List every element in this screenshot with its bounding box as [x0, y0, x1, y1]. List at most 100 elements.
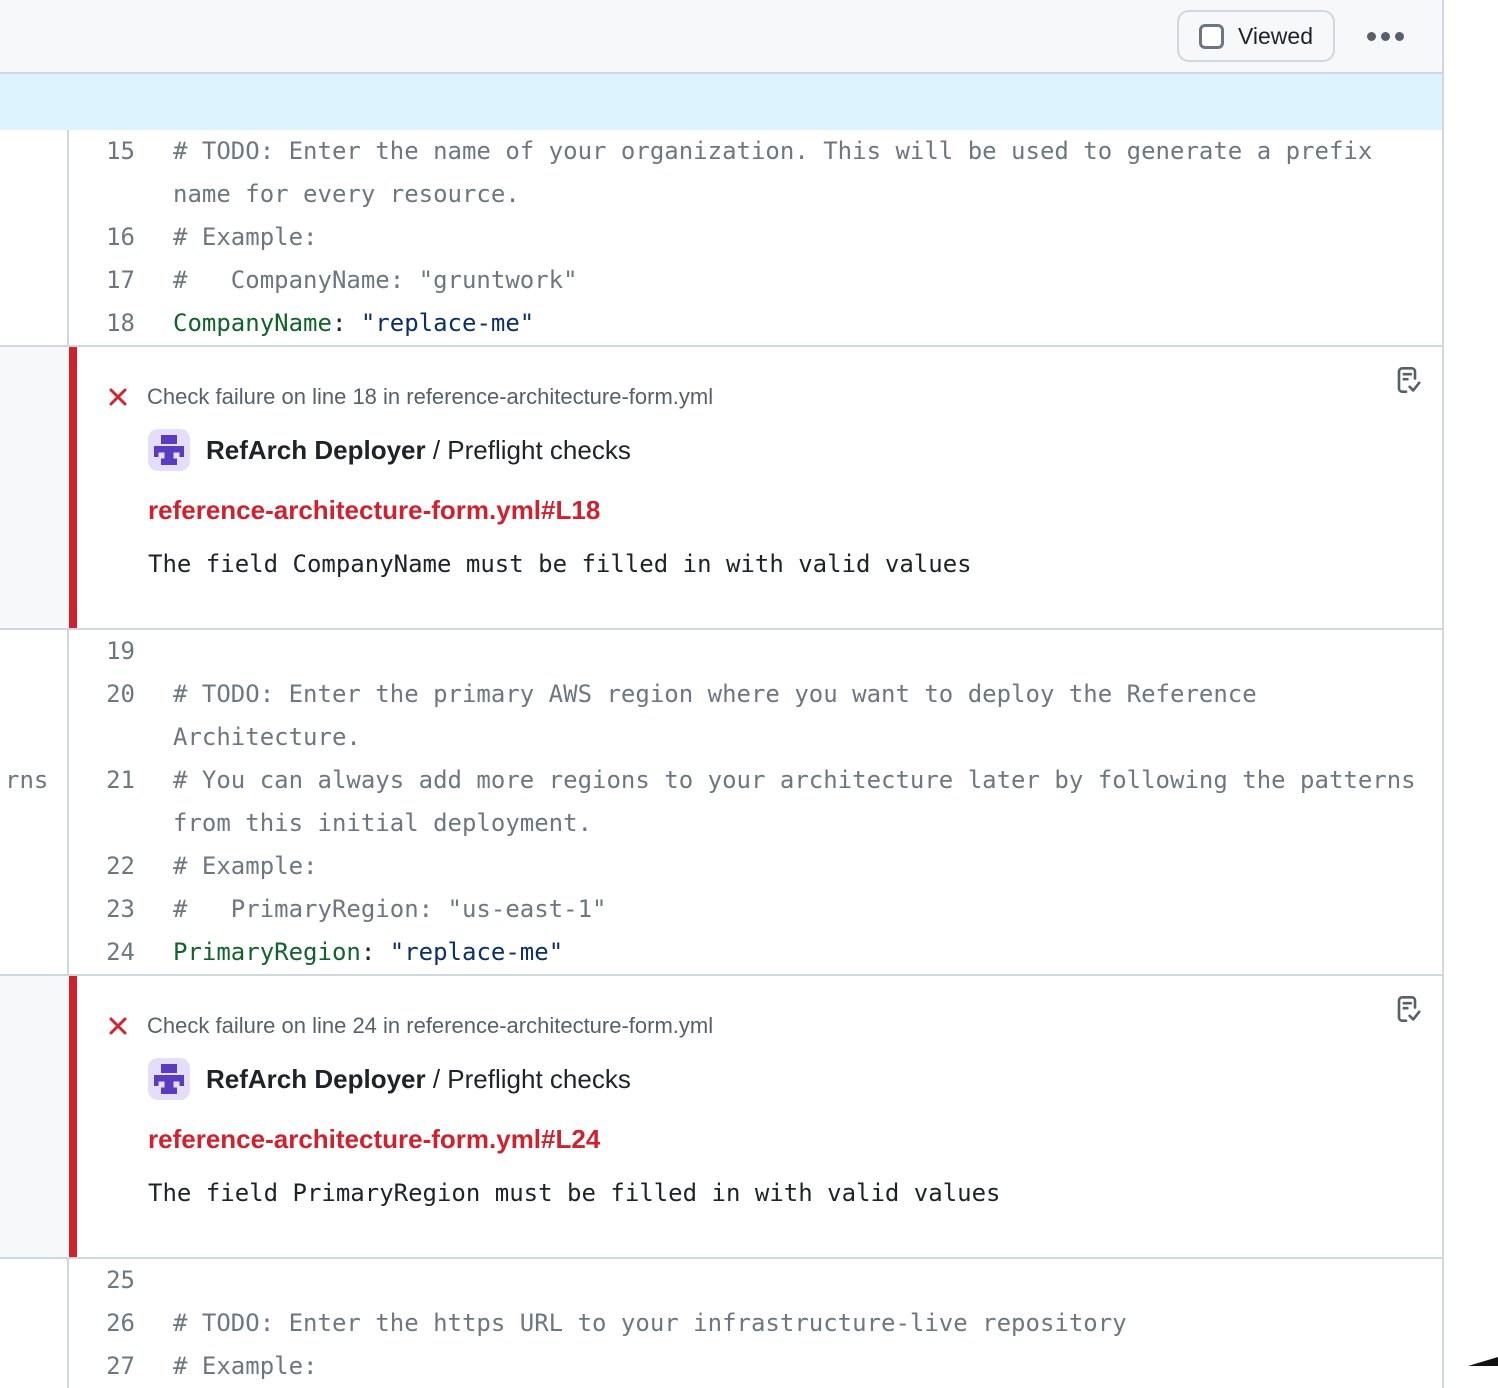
annotation-link-row: reference-architecture-form.yml#L24 [148, 1126, 1322, 1153]
annotation-link-row: reference-architecture-form.yml#L18 [148, 497, 1322, 524]
viewed-toggle-button[interactable]: Viewed [1177, 10, 1335, 62]
file-diff-card: Viewed 15 # TODO: Enter the name of your… [0, 0, 1444, 1388]
left-pane-sliver: rns [0, 630, 69, 974]
x-icon [107, 1015, 129, 1037]
viewed-label: Viewed [1238, 23, 1313, 50]
code-line-18: 18 CompanyName: "replace-me" [69, 302, 1442, 345]
annotation-file-link[interactable]: reference-architecture-form.yml#L18 [148, 495, 600, 525]
code-line-26: 26 # TODO: Enter the https URL to your i… [69, 1302, 1442, 1345]
failure-marker-bar [69, 347, 77, 628]
code-text: # TODO: Enter the name of your organizat… [173, 130, 1442, 216]
yaml-key: PrimaryRegion [173, 938, 361, 966]
left-pane-clipped-code: rns [5, 759, 48, 802]
line-number[interactable]: 18 [69, 302, 173, 345]
annotation-app-row: RefArch Deployer / Preflight checks [148, 1058, 1322, 1100]
line-number[interactable]: 22 [69, 845, 173, 888]
code-line-24: 24 PrimaryRegion: "replace-me" [69, 931, 1442, 974]
hunk-header-bar [0, 74, 1442, 130]
code-text: # You can always add more regions to you… [173, 759, 1442, 845]
annotation-title-row: Check failure on line 24 in reference-ar… [107, 1014, 1322, 1038]
line-number[interactable]: 20 [69, 673, 173, 759]
code-text: # Example: [173, 216, 1442, 259]
app-name: RefArch Deployer [206, 435, 426, 465]
annotation-content: Check failure on line 24 in reference-ar… [77, 976, 1442, 1257]
yaml-punct: : [361, 938, 375, 966]
line-number[interactable]: 19 [69, 630, 173, 673]
code-line-23: 23 # PrimaryRegion: "us-east-1" [69, 888, 1442, 931]
code-hunk-3: 25 26 # TODO: Enter the https URL to you… [0, 1259, 1442, 1388]
more-options-button[interactable] [1359, 24, 1412, 49]
code-lines: 19 20 # TODO: Enter the primary AWS regi… [69, 630, 1442, 974]
code-text: # Example: [173, 1345, 1442, 1388]
code-lines: 15 # TODO: Enter the name of your organi… [69, 130, 1442, 345]
check-name: Preflight checks [447, 1064, 631, 1094]
mouse-cursor [1468, 1357, 1498, 1366]
left-pane-sliver [0, 347, 69, 628]
code-text: PrimaryRegion: "replace-me" [173, 931, 1442, 974]
separator: / [426, 435, 448, 465]
annotation-message: The field PrimaryRegion must be filled i… [148, 1181, 1322, 1205]
line-number[interactable]: 25 [69, 1259, 173, 1302]
app-name: RefArch Deployer [206, 1064, 426, 1094]
view-check-run-button[interactable] [1390, 992, 1424, 1026]
view-check-run-button[interactable] [1390, 363, 1424, 397]
line-number[interactable]: 23 [69, 888, 173, 931]
annotation-file-link[interactable]: reference-architecture-form.yml#L24 [148, 1124, 600, 1154]
code-text [173, 1259, 1442, 1302]
annotation-title-row: Check failure on line 18 in reference-ar… [107, 385, 1322, 409]
line-number[interactable]: 21 [69, 759, 173, 845]
check-name: Preflight checks [447, 435, 631, 465]
code-line-22: 22 # Example: [69, 845, 1442, 888]
annotation-app-row: RefArch Deployer / Preflight checks [148, 429, 1322, 471]
code-line-21: 21 # You can always add more regions to … [69, 759, 1442, 845]
line-number[interactable]: 15 [69, 130, 173, 216]
line-number[interactable]: 27 [69, 1345, 173, 1388]
yaml-string: "replace-me" [346, 309, 534, 337]
code-lines: 25 26 # TODO: Enter the https URL to you… [69, 1259, 1442, 1388]
line-number[interactable]: 16 [69, 216, 173, 259]
yaml-string: "replace-me" [375, 938, 563, 966]
code-hunk-2: rns 19 20 # TODO: Enter the primary AWS … [0, 630, 1442, 974]
refarch-deployer-avatar [148, 1058, 190, 1100]
left-pane-sliver [0, 976, 69, 1257]
annotation-message: The field CompanyName must be filled in … [148, 552, 1322, 576]
check-annotation-line-24: Check failure on line 24 in reference-ar… [0, 974, 1442, 1259]
line-number[interactable]: 24 [69, 931, 173, 974]
file-header-bar: Viewed [0, 0, 1442, 74]
code-line-20: 20 # TODO: Enter the primary AWS region … [69, 673, 1442, 759]
kebab-horizontal-icon [1395, 32, 1404, 41]
code-text: CompanyName: "replace-me" [173, 302, 1442, 345]
yaml-key: CompanyName [173, 309, 332, 337]
code-line-15: 15 # TODO: Enter the name of your organi… [69, 130, 1442, 216]
kebab-horizontal-icon [1367, 32, 1376, 41]
check-run-name: RefArch Deployer / Preflight checks [206, 1064, 631, 1094]
line-number[interactable]: 17 [69, 259, 173, 302]
check-annotation-line-18: Check failure on line 18 in reference-ar… [0, 345, 1442, 630]
code-text: # TODO: Enter the https URL to your infr… [173, 1302, 1442, 1345]
checklist-icon [1390, 992, 1424, 1026]
code-text [173, 630, 1442, 673]
code-text: # CompanyName: "gruntwork" [173, 259, 1442, 302]
yaml-punct: : [332, 309, 346, 337]
annotation-title: Check failure on line 18 in reference-ar… [147, 385, 713, 409]
annotation-title: Check failure on line 24 in reference-ar… [147, 1014, 713, 1038]
code-text: # Example: [173, 845, 1442, 888]
code-line-16: 16 # Example: [69, 216, 1442, 259]
separator: / [426, 1064, 448, 1094]
check-run-name: RefArch Deployer / Preflight checks [206, 435, 631, 465]
viewed-checkbox-icon[interactable] [1199, 24, 1224, 49]
code-text: # TODO: Enter the primary AWS region whe… [173, 673, 1442, 759]
code-line-27: 27 # Example: [69, 1345, 1442, 1388]
line-number[interactable]: 26 [69, 1302, 173, 1345]
code-hunk-1: 15 # TODO: Enter the name of your organi… [0, 130, 1442, 345]
code-text: # PrimaryRegion: "us-east-1" [173, 888, 1442, 931]
annotation-content: Check failure on line 18 in reference-ar… [77, 347, 1442, 628]
refarch-deployer-avatar [148, 429, 190, 471]
code-line-19: 19 [69, 630, 1442, 673]
kebab-horizontal-icon [1381, 32, 1390, 41]
x-icon [107, 386, 129, 408]
checklist-icon [1390, 363, 1424, 397]
failure-marker-bar [69, 976, 77, 1257]
code-line-25: 25 [69, 1259, 1442, 1302]
left-pane-sliver [0, 130, 69, 345]
